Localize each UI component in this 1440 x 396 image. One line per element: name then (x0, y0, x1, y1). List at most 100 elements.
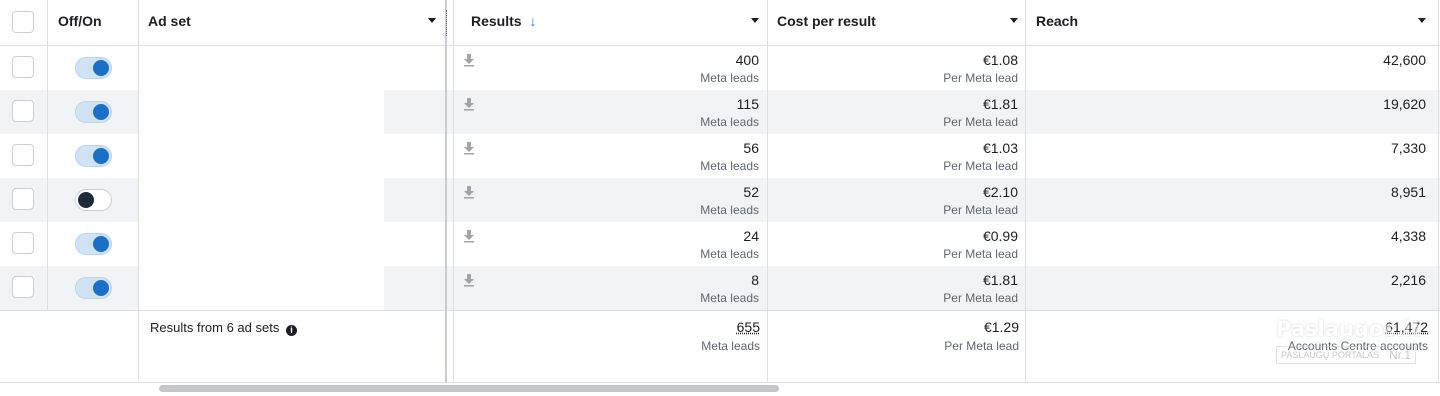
watermark-subtitle: PASLAUGŲ PORTALAS Nr.1 (1276, 346, 1416, 364)
toggle-knob (93, 104, 109, 120)
table-row[interactable]: 52 Meta leads €2.10 Per Meta lead 8,951 (0, 178, 1440, 222)
header-reach[interactable]: Reach (1036, 13, 1078, 29)
toggle-knob (93, 236, 109, 252)
cost-unit: Per Meta lead (943, 291, 1018, 305)
scrollbar-thumb[interactable] (159, 385, 779, 392)
reach-value: 7,330 (1390, 140, 1426, 156)
cost-unit: Per Meta lead (943, 159, 1018, 173)
summary-results-unit: Meta leads (701, 339, 760, 353)
frozen-column-divider[interactable] (445, 0, 447, 383)
download-icon[interactable] (463, 273, 475, 287)
ad-set-toggle[interactable] (75, 277, 112, 299)
row-checkbox[interactable] (12, 144, 34, 166)
cost-value: €1.81 (982, 272, 1018, 288)
watermark-number: Nr.1 (1388, 348, 1411, 362)
header-ad-set[interactable]: Ad set (148, 13, 191, 29)
ad-set-name-cell[interactable] (139, 90, 384, 134)
summary-label-text: Results from 6 ad sets (150, 320, 280, 335)
row-checkbox[interactable] (12, 100, 34, 122)
table-header: Off/On Ad set Results ↓ Cost per result … (0, 0, 1440, 45)
download-icon[interactable] (463, 141, 475, 155)
header-results[interactable]: Results ↓ (471, 13, 536, 29)
results-value: 115 (736, 96, 759, 112)
toggle-knob (93, 280, 109, 296)
ad-set-toggle[interactable] (75, 233, 112, 255)
column-divider (453, 0, 454, 383)
toggle-knob (78, 192, 94, 208)
header-off-on[interactable]: Off/On (58, 13, 102, 29)
chevron-down-icon[interactable] (428, 18, 436, 23)
download-icon[interactable] (463, 97, 475, 111)
ad-set-toggle[interactable] (75, 57, 112, 79)
table-row[interactable]: 56 Meta leads €1.03 Per Meta lead 7,330 (0, 134, 1440, 178)
cost-unit: Per Meta lead (943, 247, 1018, 261)
summary-cost-unit: Per Meta lead (944, 339, 1019, 353)
chevron-down-icon[interactable] (1010, 18, 1018, 23)
reach-value: 19,620 (1383, 96, 1426, 112)
column-divider (1438, 0, 1439, 383)
info-icon[interactable]: i (285, 325, 297, 336)
toggle-knob (93, 60, 109, 76)
reach-value: 42,600 (1383, 52, 1426, 68)
cost-unit: Per Meta lead (943, 115, 1018, 129)
cost-value: €0.99 (982, 228, 1018, 244)
summary-results[interactable]: 655 (737, 319, 760, 335)
header-results-label: Results (471, 13, 522, 29)
ad-set-name-cell[interactable] (139, 46, 384, 90)
results-value: 400 (735, 52, 759, 68)
table-row[interactable]: 24 Meta leads €0.99 Per Meta lead 4,338 (0, 222, 1440, 266)
resize-handle[interactable] (446, 10, 449, 36)
cost-unit: Per Meta lead (943, 71, 1018, 85)
ad-set-toggle[interactable] (75, 145, 112, 167)
results-value: 24 (743, 228, 759, 244)
row-checkbox[interactable] (12, 56, 34, 78)
cost-value: €1.08 (982, 52, 1018, 68)
toggle-knob (93, 148, 109, 164)
download-icon[interactable] (463, 229, 475, 243)
results-value: 8 (751, 272, 759, 288)
column-divider (47, 0, 48, 311)
results-unit: Meta leads (700, 71, 759, 85)
header-cost-per-result[interactable]: Cost per result (777, 13, 876, 29)
results-unit: Meta leads (700, 159, 759, 173)
reach-value: 8,951 (1390, 184, 1426, 200)
watermark-title: Paslaugos.lt (1276, 317, 1421, 341)
results-unit: Meta leads (700, 115, 759, 129)
column-divider (1025, 0, 1026, 383)
ad-set-name-cell[interactable] (139, 178, 384, 222)
sort-arrow-down-icon[interactable]: ↓ (529, 13, 536, 29)
ad-set-toggle[interactable] (75, 189, 112, 211)
cost-unit: Per Meta lead (943, 203, 1018, 217)
chevron-down-icon[interactable] (1418, 18, 1426, 23)
results-unit: Meta leads (700, 291, 759, 305)
download-icon[interactable] (463, 185, 475, 199)
ad-set-name-cell[interactable] (139, 266, 384, 310)
row-checkbox[interactable] (12, 188, 34, 210)
cost-value: €1.03 (982, 140, 1018, 156)
results-unit: Meta leads (700, 203, 759, 217)
ad-set-name-cell[interactable] (139, 222, 384, 266)
row-checkbox[interactable] (12, 232, 34, 254)
summary-cost: €1.29 (983, 319, 1019, 335)
ad-set-toggle[interactable] (75, 101, 112, 123)
table-row[interactable]: 8 Meta leads €1.81 Per Meta lead 2,216 (0, 266, 1440, 310)
row-checkbox[interactable] (12, 276, 34, 298)
results-value: 52 (743, 184, 759, 200)
select-all-checkbox[interactable] (12, 11, 34, 33)
chevron-down-icon[interactable] (751, 18, 759, 23)
reach-value: 4,338 (1390, 228, 1426, 244)
cost-value: €2.10 (982, 184, 1018, 200)
results-value: 56 (743, 140, 759, 156)
ad-set-name-cell[interactable] (139, 134, 384, 178)
column-divider (767, 0, 768, 383)
table-row[interactable]: 400 Meta leads €1.08 Per Meta lead 42,600 (0, 46, 1440, 90)
reach-value: 2,216 (1390, 272, 1426, 288)
watermark-subtitle-text: PASLAUGŲ PORTALAS (1281, 350, 1380, 360)
summary-label: Results from 6 ad sets i (150, 320, 297, 336)
table-row[interactable]: 115 Meta leads €1.81 Per Meta lead 19,620 (0, 90, 1440, 134)
column-divider (138, 0, 139, 383)
summary-row: Results from 6 ad sets i 655 Meta leads … (0, 311, 1440, 383)
results-unit: Meta leads (700, 247, 759, 261)
watermark: Paslaugos.lt PASLAUGŲ PORTALAS Nr.1 (1276, 317, 1421, 374)
download-icon[interactable] (463, 53, 475, 67)
